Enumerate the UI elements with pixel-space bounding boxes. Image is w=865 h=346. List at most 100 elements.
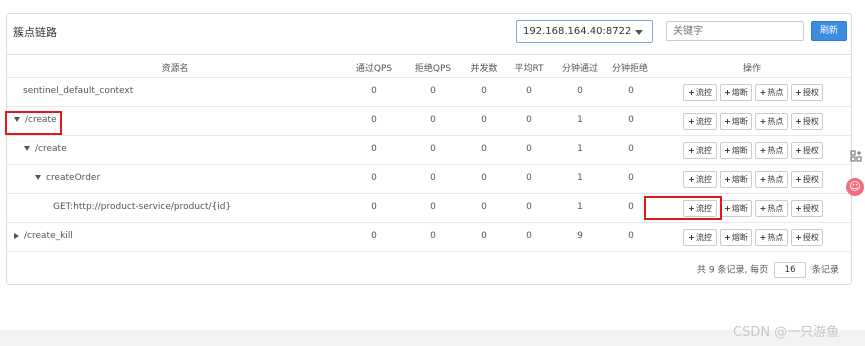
hotspot-button[interactable]: +热点 <box>755 113 788 130</box>
authority-button[interactable]: +授权 <box>791 200 823 217</box>
col-header-pass-qps: 通过QPS <box>355 64 393 74</box>
row-actions: +流控 +熔断 +热点 +授权 <box>683 84 849 101</box>
concurrency: 0 <box>481 86 487 96</box>
records-suffix: 条记录 <box>811 265 839 276</box>
hotspot-button[interactable]: +热点 <box>755 142 788 159</box>
resource-name: /create <box>35 144 67 154</box>
table-row: /create 0 0 0 0 1 0 +流控 +熔断 +热点 +授权 <box>7 106 851 136</box>
col-header-minute-pass: 分钟通过 <box>561 64 598 74</box>
minute-pass: 1 <box>577 202 583 212</box>
pass-qps: 0 <box>371 86 377 96</box>
block-qps: 0 <box>430 115 436 125</box>
minute-pass: 9 <box>577 231 583 241</box>
resource-name: /create_kill <box>24 231 73 241</box>
avg-rt: 0 <box>526 86 532 96</box>
col-header-avg-rt: 平均RT <box>514 64 544 74</box>
table-row: createOrder 0 0 0 0 1 0 +流控 +熔断 +热点 +授权 <box>7 164 851 194</box>
block-qps: 0 <box>430 173 436 183</box>
hotspot-button[interactable]: +热点 <box>755 84 788 101</box>
pass-qps: 0 <box>371 115 377 125</box>
hotspot-button[interactable]: +热点 <box>755 200 788 217</box>
panel-title: 簇点链路 <box>13 26 57 39</box>
flow-control-button[interactable]: +流控 <box>683 84 717 101</box>
col-header-actions: 操作 <box>742 64 761 74</box>
minute-pass: 1 <box>577 173 583 183</box>
degrade-button[interactable]: +熔断 <box>720 84 752 101</box>
flow-control-button[interactable]: +流控 <box>683 229 717 246</box>
concurrency: 0 <box>481 173 487 183</box>
pass-qps: 0 <box>371 231 377 241</box>
degrade-button[interactable]: +熔断 <box>720 113 752 130</box>
hotspot-button[interactable]: +热点 <box>755 229 788 246</box>
authority-button[interactable]: +授权 <box>791 229 823 246</box>
grid-icon[interactable] <box>850 150 862 162</box>
minute-pass: 0 <box>577 86 583 96</box>
machine-select-value: 192.168.164.40:8722 <box>523 26 632 37</box>
col-header-minute-block: 分钟拒绝 <box>611 64 648 74</box>
table-bottom-border <box>7 251 851 253</box>
resource-name-wrap[interactable]: /create <box>24 144 67 154</box>
authority-button[interactable]: +授权 <box>791 142 823 159</box>
assistant-icon[interactable]: ☺ <box>846 178 864 196</box>
table-row: /create_kill 0 0 0 0 9 0 +流控 +熔断 +热点 +授权 <box>7 222 851 252</box>
block-qps: 0 <box>430 144 436 154</box>
cluster-link-panel: 簇点链路 192.168.164.40:8722 刷新 资源名 通过QPS 拒绝… <box>5 13 852 285</box>
concurrency: 0 <box>481 202 487 212</box>
concurrency: 0 <box>481 231 487 241</box>
chevron-down-icon <box>635 30 643 35</box>
minute-pass: 1 <box>577 115 583 125</box>
refresh-button[interactable]: 刷新 <box>811 21 847 41</box>
avg-rt: 0 <box>526 231 532 241</box>
avg-rt: 0 <box>526 173 532 183</box>
col-header-concurrency: 并发数 <box>470 64 498 74</box>
resource-name: sentinel_default_context <box>23 86 134 96</box>
row-actions: +流控 +熔断 +热点 +授权 <box>683 229 849 246</box>
concurrency: 0 <box>481 115 487 125</box>
degrade-button[interactable]: +熔断 <box>720 200 752 217</box>
row-actions: +流控 +熔断 +热点 +授权 <box>683 171 849 188</box>
highlight-box-flow-control <box>644 196 722 220</box>
flow-control-button[interactable]: +流控 <box>683 113 717 130</box>
collapse-icon[interactable] <box>35 175 41 180</box>
collapse-icon[interactable] <box>24 146 30 151</box>
block-qps: 0 <box>430 231 436 241</box>
authority-button[interactable]: +授权 <box>791 113 823 130</box>
block-qps: 0 <box>430 86 436 96</box>
flow-control-button[interactable]: +流控 <box>683 171 717 188</box>
record-count: 共 9 条记录, 每页 <box>697 265 769 276</box>
resource-name-wrap[interactable]: /create_kill <box>14 231 73 241</box>
resource-name: createOrder <box>46 173 101 183</box>
minute-block: 0 <box>628 231 634 241</box>
minute-pass: 1 <box>577 144 583 154</box>
minute-block: 0 <box>628 115 634 125</box>
authority-button[interactable]: +授权 <box>791 84 823 101</box>
minute-block: 0 <box>628 86 634 96</box>
degrade-button[interactable]: +熔断 <box>720 229 752 246</box>
pass-qps: 0 <box>371 144 377 154</box>
table-row: GET:http://product-service/product/{id} … <box>7 193 851 223</box>
page-size-input[interactable]: 16 <box>774 262 807 278</box>
search-input[interactable] <box>666 21 804 41</box>
expand-icon[interactable] <box>14 232 19 239</box>
degrade-button[interactable]: +熔断 <box>720 142 752 159</box>
machine-select[interactable]: 192.168.164.40:8722 <box>516 20 653 43</box>
avg-rt: 0 <box>526 144 532 154</box>
avg-rt: 0 <box>526 202 532 212</box>
row-actions: +流控 +熔断 +热点 +授权 <box>683 142 849 159</box>
col-header-block-qps: 拒绝QPS <box>414 64 452 74</box>
degrade-button[interactable]: +熔断 <box>720 171 752 188</box>
avg-rt: 0 <box>526 115 532 125</box>
resource-name: GET:http://product-service/product/{id} <box>53 202 232 212</box>
watermark: CSDN @一只游鱼 <box>733 325 840 340</box>
pass-qps: 0 <box>371 202 377 212</box>
resource-name-wrap[interactable]: createOrder <box>35 173 100 183</box>
flow-control-button[interactable]: +流控 <box>683 142 717 159</box>
table-row: /create 0 0 0 0 1 0 +流控 +熔断 +热点 +授权 <box>7 135 851 165</box>
hotspot-button[interactable]: +热点 <box>755 171 788 188</box>
authority-button[interactable]: +授权 <box>791 171 823 188</box>
pass-qps: 0 <box>371 173 377 183</box>
minute-block: 0 <box>628 173 634 183</box>
minute-block: 0 <box>628 144 634 154</box>
col-header-resource: 资源名 <box>161 64 189 74</box>
table-row: sentinel_default_context 0 0 0 0 0 0 +流控… <box>7 77 851 107</box>
